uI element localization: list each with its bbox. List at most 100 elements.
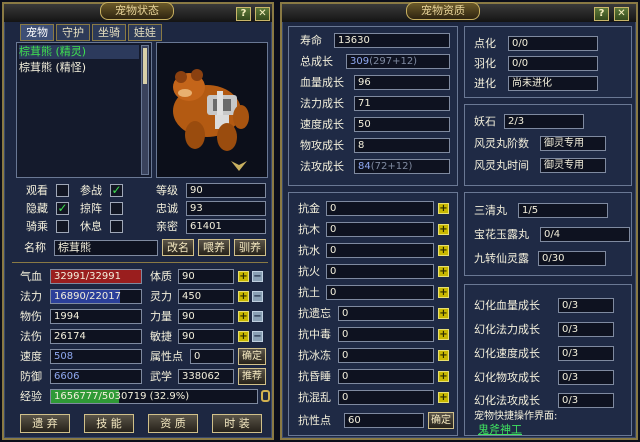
quick-ops-label: 宠物快捷操作界面: <box>474 411 558 422</box>
strength-value: 90 <box>178 309 234 324</box>
sanqing-pill-value: 1/5 <box>518 203 608 218</box>
skills-button[interactable]: 技 能 <box>84 414 134 433</box>
constitution-value: 90 <box>178 269 234 284</box>
defense-label: 防御 <box>20 370 42 383</box>
hide-checkbox[interactable]: ✓ <box>56 202 69 215</box>
spirit-plus-button[interactable]: + <box>238 291 249 302</box>
rename-button[interactable]: 改名 <box>162 239 194 256</box>
resist-wood-value: 0 <box>326 222 434 237</box>
agility-plus-button[interactable]: + <box>238 331 249 342</box>
resist-points-label: 抗性点 <box>298 414 331 427</box>
feed-button[interactable]: 喂养 <box>198 239 230 256</box>
quick-ops-link[interactable]: 鬼斧神工 <box>478 423 522 437</box>
fight-checkbox[interactable]: ✓ <box>110 184 123 197</box>
hp-bar: 32991/32991 <box>50 269 142 284</box>
mp-growth-value: 71 <box>354 96 450 111</box>
lock-icon <box>261 390 270 402</box>
resist-freeze-plus-button[interactable]: + <box>438 350 449 361</box>
attribute-confirm-button[interactable]: 确定 <box>238 348 266 365</box>
resist-poison-label: 抗中毒 <box>298 328 331 341</box>
physical-damage-label: 物伤 <box>20 310 42 323</box>
speed-value: 508 <box>50 349 142 364</box>
hide-label: 隐藏 <box>26 202 48 215</box>
resist-earth-plus-button[interactable]: + <box>438 287 449 298</box>
agility-value: 90 <box>178 329 234 344</box>
resist-fire-label: 抗火 <box>298 265 320 278</box>
demon-stone-value: 2/3 <box>504 114 584 129</box>
mp-label: 法力 <box>20 290 42 303</box>
transform-hp-growth-label: 幻化血量成长 <box>474 299 540 312</box>
tab-pet[interactable]: 宠物 <box>20 24 54 41</box>
aptitude-button[interactable]: 资 质 <box>148 414 198 433</box>
pet-preview <box>156 42 268 178</box>
name-label: 名称 <box>24 241 46 254</box>
enlighten-value: 0/0 <box>508 36 598 51</box>
strength-minus-button[interactable]: − <box>252 311 263 322</box>
resist-wood-plus-button[interactable]: + <box>438 224 449 235</box>
costume-button[interactable]: 时 装 <box>212 414 262 433</box>
ride-checkbox[interactable] <box>56 220 69 233</box>
transform-mp-growth-value: 0/3 <box>558 322 614 337</box>
pet-name-input[interactable]: 棕茸熊 <box>54 240 158 256</box>
tab-mount[interactable]: 坐骑 <box>92 24 126 41</box>
resist-water-plus-button[interactable]: + <box>438 245 449 256</box>
resist-earth-label: 抗土 <box>298 286 320 299</box>
tab-guard[interactable]: 守护 <box>56 24 90 41</box>
resist-freeze-value: 0 <box>338 348 434 363</box>
resist-fire-plus-button[interactable]: + <box>438 266 449 277</box>
watch-checkbox[interactable] <box>56 184 69 197</box>
transform-physical-growth-label: 幻化物攻成长 <box>474 371 540 384</box>
constitution-label: 体质 <box>150 270 172 283</box>
resist-forget-plus-button[interactable]: + <box>438 308 449 319</box>
constitution-plus-button[interactable]: + <box>238 271 249 282</box>
left-close-button[interactable]: ✕ <box>255 7 270 21</box>
resist-chaos-plus-button[interactable]: + <box>438 392 449 403</box>
lifespan-label: 寿命 <box>300 34 322 47</box>
mp-bar: 16890/22017 <box>50 289 142 304</box>
flank-checkbox[interactable] <box>110 202 123 215</box>
spirit-label: 灵力 <box>150 290 172 303</box>
speed-label: 速度 <box>20 350 42 363</box>
pet-list-item[interactable]: 棕茸熊 (精怪) <box>19 61 139 75</box>
pet-list-item-selected[interactable]: 棕茸熊 (精灵) <box>19 45 139 59</box>
resist-wood-label: 抗木 <box>298 223 320 236</box>
transform-hp-growth-value: 0/3 <box>558 298 614 313</box>
right-close-button[interactable]: ✕ <box>614 7 629 21</box>
rest-checkbox[interactable] <box>110 220 123 233</box>
pet-aptitude-window: 宠物资质 ? ✕ 寿命 13630 总成长 309(297+12) 血量成长 9… <box>280 2 638 440</box>
resist-confirm-button[interactable]: 确定 <box>428 412 454 429</box>
resist-points-value: 60 <box>344 413 424 428</box>
release-button[interactable]: 遗 弃 <box>20 414 70 433</box>
wind-pill-time-value: 御灵专用 <box>540 158 606 173</box>
tab-doll[interactable]: 娃娃 <box>128 24 162 41</box>
spirit-minus-button[interactable]: − <box>252 291 263 302</box>
loyalty-value: 93 <box>186 201 266 216</box>
recommend-button[interactable]: 推荐 <box>238 368 266 385</box>
feather-label: 羽化 <box>474 57 496 70</box>
pet-list: 棕茸熊 (精灵) 棕茸熊 (精怪) <box>16 42 152 178</box>
ride-label: 骑乘 <box>26 220 48 233</box>
resist-sleep-label: 抗昏睡 <box>298 370 331 383</box>
evolve-label: 进化 <box>474 77 496 90</box>
strength-plus-button[interactable]: + <box>238 311 249 322</box>
right-help-button[interactable]: ? <box>594 7 609 21</box>
resist-poison-plus-button[interactable]: + <box>438 329 449 340</box>
magic-damage-value: 26174 <box>50 329 142 344</box>
pet-list-scrollbar[interactable] <box>141 45 149 175</box>
resist-forget-label: 抗遗忘 <box>298 307 331 320</box>
watch-label: 观看 <box>26 184 48 197</box>
evolve-value: 尚未进化 <box>508 76 598 91</box>
jiuzhuan-dew-label: 九转仙灵露 <box>474 252 529 265</box>
constitution-minus-button[interactable]: − <box>252 271 263 282</box>
intimacy-value: 61401 <box>186 219 266 234</box>
left-help-button[interactable]: ? <box>236 7 251 21</box>
hp-value: 32991/32991 <box>54 271 121 282</box>
mp-growth-label: 法力成长 <box>300 97 344 110</box>
resist-sleep-plus-button[interactable]: + <box>438 371 449 382</box>
total-growth-field: 309(297+12) <box>346 54 450 69</box>
left-window-title: 宠物状态 <box>100 2 174 20</box>
agility-minus-button[interactable]: − <box>252 331 263 342</box>
resist-metal-plus-button[interactable]: + <box>438 203 449 214</box>
tame-button[interactable]: 驯养 <box>234 239 266 256</box>
resist-water-value: 0 <box>326 243 434 258</box>
